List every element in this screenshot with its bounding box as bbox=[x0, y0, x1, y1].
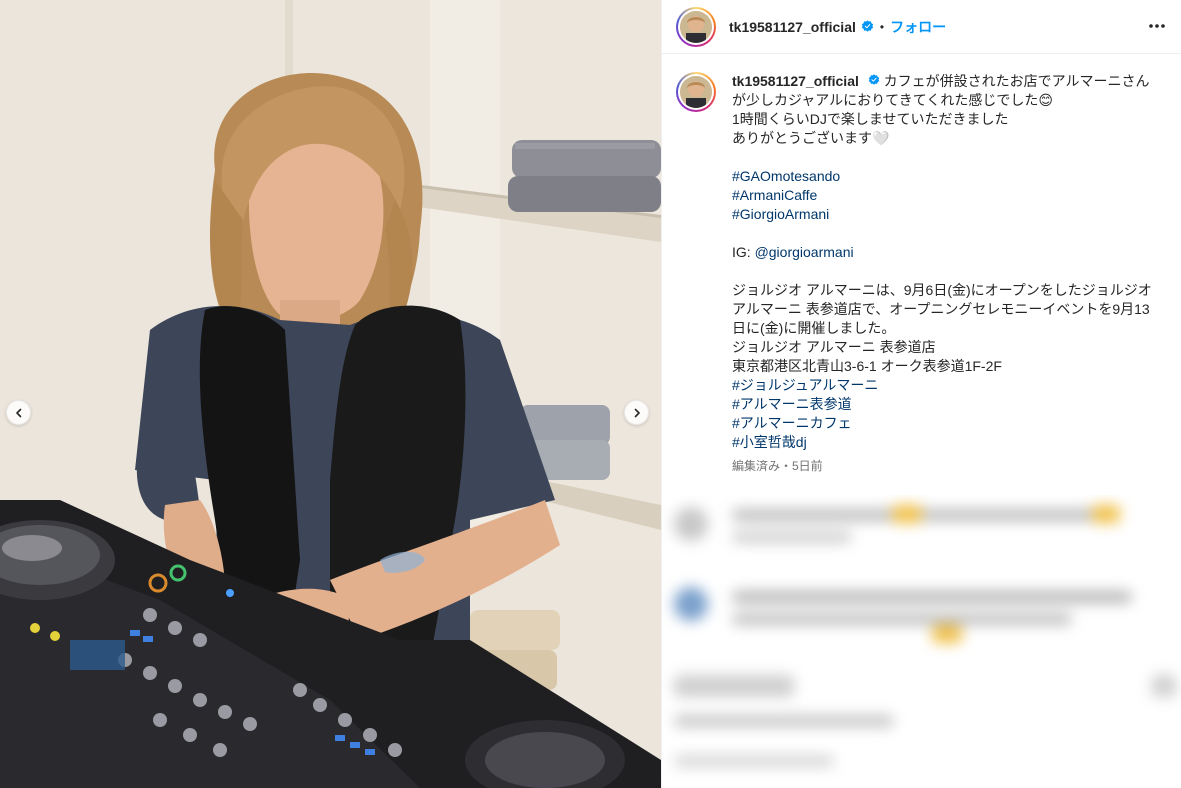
mention-line[interactable]: IG: @giorgioarmani bbox=[732, 243, 1152, 262]
avatar-image bbox=[680, 10, 712, 43]
post-header: tk19581127_official • フォロー bbox=[662, 0, 1181, 54]
hashtag-link[interactable]: #ジョルジュアルマーニ bbox=[732, 376, 1152, 395]
chevron-left-icon bbox=[15, 408, 21, 417]
author-username[interactable]: tk19581127_official bbox=[729, 19, 856, 35]
hashtag-link[interactable]: #GAOmotesando bbox=[732, 167, 1152, 186]
hashtag-link[interactable]: #アルマーニカフェ bbox=[732, 414, 1152, 433]
caption-line: ジョルジオ アルマーニ 表参道店 bbox=[732, 339, 936, 355]
caption-blank bbox=[732, 148, 1152, 167]
caption-blank bbox=[732, 224, 1152, 243]
author-avatar[interactable] bbox=[676, 6, 716, 47]
post-photo[interactable] bbox=[0, 0, 661, 788]
previous-photo-button[interactable] bbox=[6, 400, 31, 425]
post-timestamp: 編集済み・5日前 bbox=[732, 459, 823, 473]
caption-line: tk19581127_official カフェが併設されたお店でアルマーニさんが… bbox=[732, 72, 1152, 110]
follow-button[interactable]: フォロー bbox=[890, 17, 946, 37]
caption-line: ジョルジオ アルマーニは、9月6日(金)にオープンをしたジョルジオ アルマーニ … bbox=[732, 282, 1152, 336]
caption-line: 1時間くらいDJで楽しませていただきました bbox=[732, 111, 1009, 127]
hashtag-link[interactable]: #GiorgioArmani bbox=[732, 205, 1152, 224]
caption-blank bbox=[732, 262, 1152, 281]
more-options-icon[interactable] bbox=[1147, 16, 1167, 41]
caption-author-avatar[interactable] bbox=[676, 72, 716, 112]
mention-prefix: IG: bbox=[732, 244, 755, 260]
mention-link[interactable]: @giorgioarmani bbox=[755, 244, 854, 260]
caption-username[interactable]: tk19581127_official bbox=[732, 73, 859, 89]
hashtag-link[interactable]: #小室哲哉dj bbox=[732, 433, 1152, 452]
next-photo-button[interactable] bbox=[624, 400, 649, 425]
hashtag-link[interactable]: #ArmaniCaffe bbox=[732, 186, 1152, 205]
caption-line: 東京都港区北青山3-6-1 オーク表参道1F-2F bbox=[732, 358, 1002, 374]
photo-illustration bbox=[0, 0, 661, 788]
blurred-comments bbox=[662, 495, 1181, 788]
hashtag-link[interactable]: #アルマーニ表参道 bbox=[732, 395, 1152, 414]
avatar-image bbox=[680, 76, 712, 108]
caption-line: ありがとうございます🤍 bbox=[732, 130, 890, 146]
post-details-panel: tk19581127_official • フォロー tk19581127_of… bbox=[661, 0, 1181, 788]
post-caption: tk19581127_official カフェが併設されたお店でアルマーニさんが… bbox=[732, 72, 1152, 476]
separator-dot: • bbox=[879, 19, 885, 34]
caption-section: tk19581127_official カフェが併設されたお店でアルマーニさんが… bbox=[662, 54, 1181, 476]
chevron-right-icon bbox=[634, 408, 640, 417]
verified-badge-icon bbox=[861, 20, 874, 33]
verified-badge-icon bbox=[868, 74, 880, 86]
